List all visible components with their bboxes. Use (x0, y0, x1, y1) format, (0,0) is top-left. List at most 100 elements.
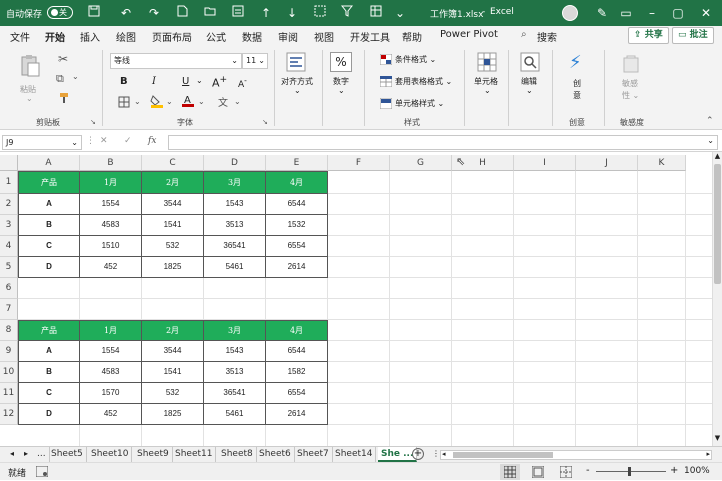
sort-ascending-icon[interactable]: ↑ (258, 5, 274, 21)
underline-dropdown-icon[interactable]: ⌄ (196, 76, 203, 85)
table-cell[interactable]: 5461 (204, 257, 266, 278)
format-as-table-button[interactable]: 套用表格格式 ⌄ (395, 76, 452, 87)
table-cell[interactable]: D (18, 257, 80, 278)
bold-button[interactable]: B (120, 76, 128, 87)
table-cell[interactable]: 452 (80, 404, 142, 425)
tab-view[interactable]: 视图 (314, 29, 334, 44)
table-header-cell[interactable]: 产品 (18, 171, 80, 194)
table-cell[interactable]: 2614 (266, 404, 328, 425)
underline-button[interactable]: U (182, 76, 189, 87)
table-header-cell[interactable]: 2月 (142, 320, 204, 341)
name-box[interactable]: J9 ⌄ (2, 135, 82, 150)
cell-styles-button[interactable]: 单元格样式 ⌄ (395, 98, 444, 109)
spreadsheet-grid[interactable]: ABCDEFGHIJK 1 2 3 4 5 6 7 8 9 10 11 12 产品 1月 2月 3月 4月 A 1… (0, 155, 712, 446)
table-cell[interactable]: 5461 (204, 404, 266, 425)
row-header-10[interactable]: 10 (0, 362, 18, 383)
tab-formulas[interactable]: 公式 (206, 29, 226, 44)
column-header-g[interactable]: G (390, 155, 452, 171)
row-header-2[interactable]: 2 (0, 194, 18, 215)
zoom-level[interactable]: 100% (684, 466, 710, 476)
tab-file[interactable]: 文件 (10, 29, 30, 44)
sheet-tab-7[interactable]: Sheet14 (332, 447, 377, 462)
row-header-6[interactable]: 6 (0, 278, 18, 299)
comment-button[interactable]: ▭ 批注 (672, 27, 714, 44)
column-header-f[interactable]: F (328, 155, 390, 171)
phonetic-icon[interactable]: 文 (218, 94, 228, 109)
copy-icon[interactable]: ⧉ (56, 72, 64, 86)
tab-review[interactable]: 审阅 (278, 29, 298, 44)
sensitivity-label-line2[interactable]: 性 ⌄ (622, 90, 639, 101)
row-header-11[interactable]: 11 (0, 383, 18, 404)
vertical-scrollbar[interactable]: ▲ ▼ (712, 152, 722, 446)
share-button[interactable]: ⇪ 共享 (628, 27, 669, 44)
page-break-view-icon[interactable] (559, 465, 573, 481)
table-header-cell[interactable]: 产品 (18, 320, 80, 341)
font-color-icon[interactable]: A (182, 93, 194, 110)
collapse-ribbon-icon[interactable]: ⌃ (706, 116, 714, 126)
table-cell[interactable]: D (18, 404, 80, 425)
number-dropdown-icon[interactable]: ⌄ (338, 86, 345, 95)
pen-icon[interactable]: ✎ (592, 4, 612, 22)
paste-icon[interactable] (18, 54, 42, 80)
table-cell[interactable]: 532 (142, 236, 204, 257)
table-cell[interactable]: 1825 (142, 257, 204, 278)
column-header-b[interactable]: B (80, 155, 142, 171)
macro-record-icon[interactable] (35, 465, 49, 480)
search-icon[interactable]: ⌕ (521, 29, 527, 40)
paste-dropdown-icon[interactable]: ⌄ (26, 94, 33, 103)
sheet-tab-2[interactable]: Sheet9 (134, 447, 173, 462)
font-launcher-icon[interactable]: ↘ (262, 118, 268, 126)
new-file-icon[interactable] (174, 5, 190, 21)
column-header-d[interactable]: D (204, 155, 266, 171)
scroll-up-icon[interactable]: ▲ (713, 152, 722, 162)
scroll-right-icon[interactable]: ▸ (706, 450, 710, 458)
column-header-e[interactable]: E (266, 155, 328, 171)
row-header-7[interactable]: 7 (0, 299, 18, 320)
close-icon[interactable]: ✕ (696, 4, 716, 22)
table-cell[interactable]: 6544 (266, 341, 328, 362)
table-header-cell[interactable]: 3月 (204, 320, 266, 341)
row-header-3[interactable]: 3 (0, 215, 18, 236)
table-cell[interactable]: B (18, 362, 80, 383)
table-header-cell[interactable]: 1月 (80, 171, 142, 194)
tab-page-layout[interactable]: 页面布局 (152, 29, 192, 44)
table-cell[interactable]: C (18, 236, 80, 257)
phonetic-dropdown-icon[interactable]: ⌄ (234, 97, 241, 106)
italic-button[interactable]: I (152, 76, 156, 87)
zoom-out-button[interactable]: - (586, 465, 590, 476)
table-cell[interactable]: 1532 (266, 215, 328, 236)
open-file-icon[interactable] (202, 5, 218, 21)
table-cell[interactable]: 36541 (204, 236, 266, 257)
borders-dropdown-icon[interactable]: ⌄ (134, 97, 141, 106)
table-header-cell[interactable]: 4月 (266, 320, 328, 341)
sensitivity-label-line1[interactable]: 敏感 (622, 78, 638, 89)
decrease-font-icon[interactable]: A- (238, 76, 247, 90)
column-header-c[interactable]: C (142, 155, 204, 171)
table-cell[interactable]: 2614 (266, 257, 328, 278)
row-header-4[interactable]: 4 (0, 236, 18, 257)
table-cell[interactable]: 1554 (80, 194, 142, 215)
copy-dropdown-icon[interactable]: ⌄ (72, 72, 79, 81)
table-cell[interactable]: 1510 (80, 236, 142, 257)
prev-sheet-icon[interactable]: ◂ (10, 449, 14, 458)
ideas-icon[interactable]: ⚡ (569, 52, 582, 73)
table-cell[interactable]: 1554 (80, 341, 142, 362)
tab-insert[interactable]: 插入 (80, 29, 100, 44)
table-cell[interactable]: 6554 (266, 383, 328, 404)
row-header-12[interactable]: 12 (0, 404, 18, 425)
sheet-tab-4[interactable]: Sheet8 (218, 447, 257, 462)
font-size-select[interactable]: 11 ⌄ (242, 53, 268, 69)
table-cell[interactable]: C (18, 383, 80, 404)
normal-view-icon[interactable] (500, 464, 520, 480)
scroll-down-icon[interactable]: ▼ (713, 434, 722, 444)
conditional-format-button[interactable]: 条件格式 ⌄ (395, 54, 436, 65)
table-cell[interactable]: 1543 (204, 194, 266, 215)
table-cell[interactable]: B (18, 215, 80, 236)
table-cell[interactable]: 1570 (80, 383, 142, 404)
quick-access-more-icon[interactable]: ⌄ (392, 5, 408, 21)
cells-icon[interactable] (477, 52, 497, 75)
table-cell[interactable]: 4583 (80, 215, 142, 236)
alignment-dropdown-icon[interactable]: ⌄ (294, 86, 301, 95)
undo-icon[interactable]: ↶ (118, 5, 134, 21)
next-sheet-icon[interactable]: ▸ (24, 449, 28, 458)
